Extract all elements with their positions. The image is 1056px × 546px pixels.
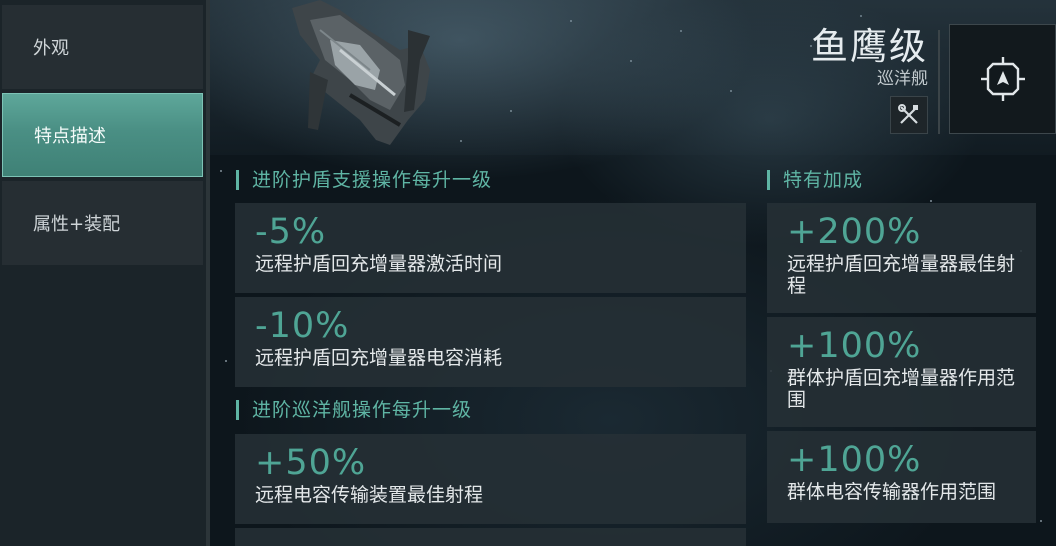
bonus-value: +100% xyxy=(787,440,922,480)
ship-class: 巡洋舰 xyxy=(877,69,928,89)
bonus-value: +100% xyxy=(787,326,922,366)
bonus-description: 远程护盾回充增量器最佳射程 xyxy=(787,253,1016,297)
tab-attributes-fitting[interactable]: 属性+装配 xyxy=(2,181,203,265)
section-title-shield-support: 进阶护盾支援操作每升一级 xyxy=(236,170,492,190)
bonus-value: -10% xyxy=(255,306,350,346)
bonus-value: -5% xyxy=(255,212,327,252)
main-panel: 鱼鹰级 巡洋舰 进阶护盾支援操作每升一级 -5% 远程护盾回充增量器激活时间 -… xyxy=(210,0,1056,546)
bonus-card: +100% 群体护盾回充增量器作用范围 xyxy=(767,317,1036,427)
bonus-description: 群体护盾回充增量器作用范围 xyxy=(787,367,1016,411)
bonus-value: +200% xyxy=(787,212,922,252)
tab-appearance-label: 外观 xyxy=(33,38,69,59)
fitting-button[interactable] xyxy=(890,96,928,134)
bonus-card: +200% 远程护盾回充增量器最佳射程 xyxy=(767,203,1036,313)
bonus-card: +100% 群体电容传输器作用范围 xyxy=(767,431,1036,523)
bonus-description: 远程护盾回充增量器电容消耗 xyxy=(255,347,503,369)
ship-name: 鱼鹰级 xyxy=(811,25,928,68)
bonus-description: 群体电容传输器作用范围 xyxy=(787,481,997,503)
bonus-card: +50% 远程电容传输装置最佳射程 xyxy=(235,434,746,524)
tab-traits[interactable]: 特点描述 xyxy=(2,93,203,177)
ship-image xyxy=(292,0,430,145)
section-title-cruiser: 进阶巡洋舰操作每升一级 xyxy=(236,400,472,420)
bonus-card-partial xyxy=(235,528,746,546)
tab-appearance[interactable]: 外观 xyxy=(2,5,203,89)
bonus-card: -10% 远程护盾回充增量器电容消耗 xyxy=(235,297,746,387)
tab-attributes-fitting-label: 属性+装配 xyxy=(33,214,121,235)
header-separator xyxy=(938,30,940,134)
bonus-value: +50% xyxy=(255,443,367,483)
target-button[interactable] xyxy=(949,24,1056,134)
section-title-role-bonus: 特有加成 xyxy=(767,170,863,190)
bonus-description: 远程护盾回充增量器激活时间 xyxy=(255,253,503,275)
bonus-description: 远程电容传输装置最佳射程 xyxy=(255,484,484,506)
sidebar: 外观 特点描述 属性+装配 xyxy=(0,0,210,546)
tab-traits-label: 特点描述 xyxy=(34,126,106,147)
target-ship-icon xyxy=(980,57,1025,101)
bonus-card: -5% 远程护盾回充增量器激活时间 xyxy=(235,203,746,293)
wrench-screwdriver-icon xyxy=(898,104,918,124)
